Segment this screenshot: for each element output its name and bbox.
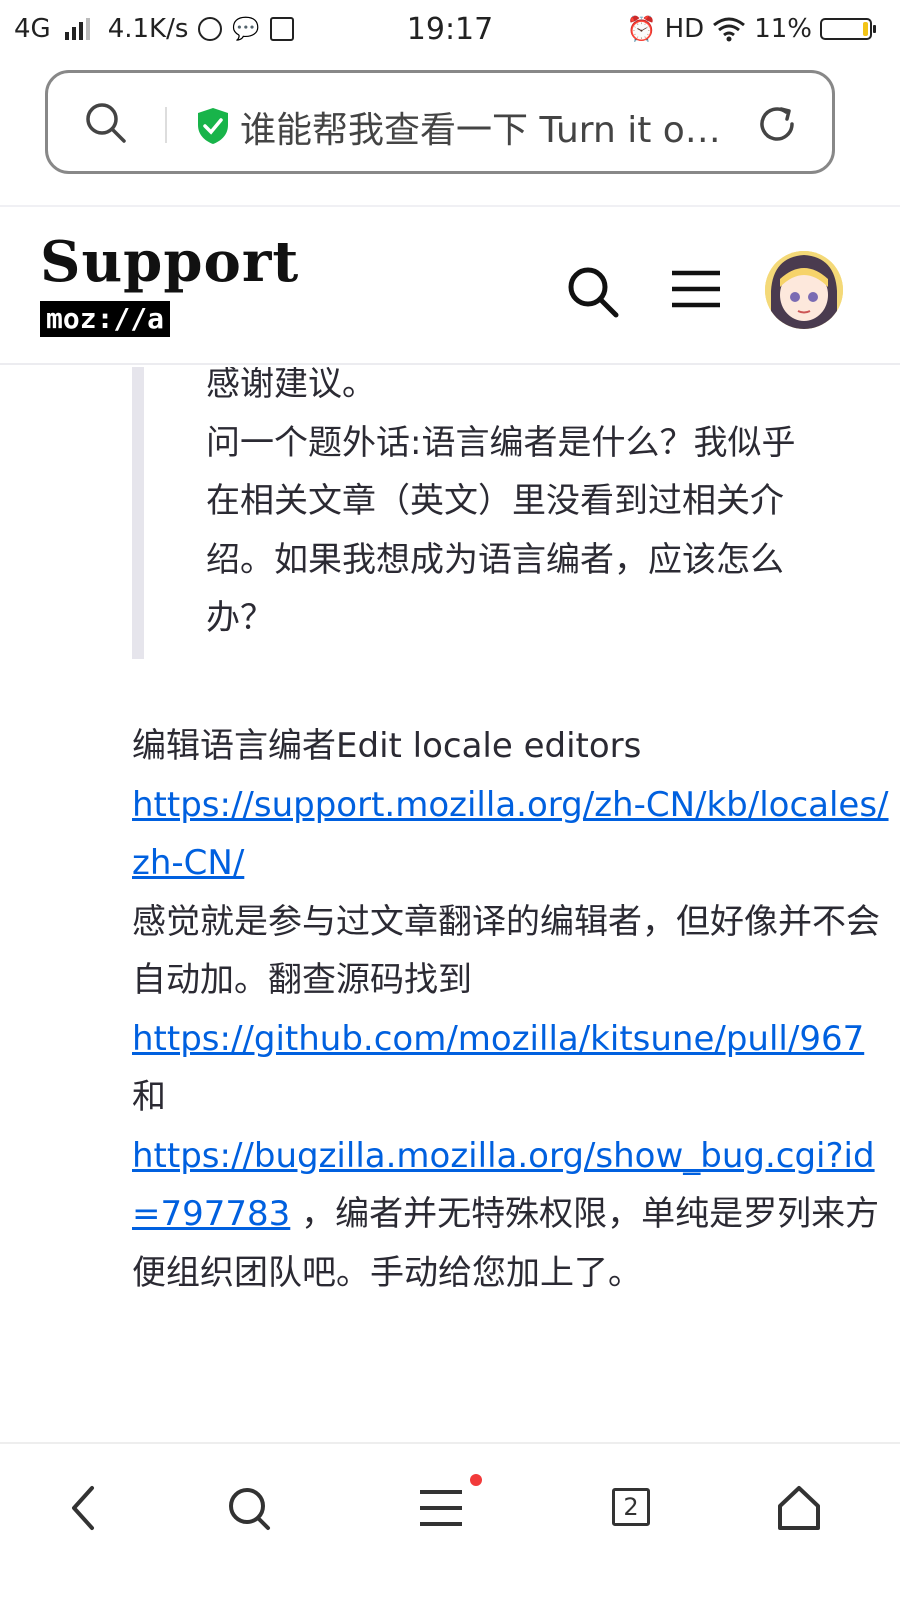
url-text[interactable]: 谁能帮我查看一下 Turn it o…	[240, 101, 740, 153]
address-bar[interactable]: 谁能帮我查看一下 Turn it o…	[45, 70, 835, 174]
quote-text: 感谢建议。问一个题外话:语言编者是什么？我似乎在相关文章（英文）里没看到过相关介…	[206, 367, 816, 648]
quote-body: 问一个题外话:语言编者是什么？我似乎在相关文章（英文）里没看到过相关介绍。如果我…	[206, 422, 796, 639]
battery-fill	[863, 22, 868, 36]
site-header: Support moz://a	[0, 205, 900, 365]
notification-dot	[470, 1474, 482, 1486]
github-pr-link[interactable]: https://github.com/mozilla/kitsune/pull/…	[132, 1019, 864, 1059]
reply-body: 编辑语言编者Edit locale editors https://suppor…	[132, 717, 892, 1302]
support-logo-word[interactable]: Support	[40, 229, 299, 295]
reply-and: 和	[132, 1077, 166, 1117]
reload-icon[interactable]	[756, 103, 798, 145]
menu-icon[interactable]	[416, 1480, 466, 1536]
alarm-icon: ⏰	[626, 15, 657, 43]
site-search-icon[interactable]	[566, 265, 620, 319]
home-icon[interactable]	[776, 1480, 822, 1536]
quoted-reply: 感谢建议。问一个题外话:语言编者是什么？我似乎在相关文章（英文）里没看到过相关介…	[132, 367, 824, 659]
user-avatar[interactable]	[765, 251, 843, 329]
status-bar: 4G 4.1K/s 💬 19:17 ⏰ HD 11%	[0, 0, 900, 62]
battery-percent: 11%	[754, 14, 812, 44]
reply-text-2: 感觉就是参与过文章翻译的编辑者，但好像并不会自动加。翻查源码找到	[132, 901, 880, 1001]
browser-toolbar: 2	[0, 1442, 900, 1602]
divider	[165, 107, 167, 143]
secure-shield-icon	[198, 108, 228, 144]
battery-icon	[820, 18, 876, 40]
avatar-image	[765, 251, 843, 329]
search-icon[interactable]	[226, 1480, 274, 1536]
back-icon[interactable]	[66, 1480, 102, 1536]
tabs-button[interactable]: 2	[612, 1488, 650, 1526]
search-icon[interactable]	[84, 101, 128, 145]
quote-partial-line: 感谢建议。	[206, 367, 376, 404]
wifi-icon	[713, 17, 746, 42]
reply-line-1: 编辑语言编者Edit locale editors	[132, 726, 642, 766]
mozilla-logo[interactable]: moz://a	[40, 301, 171, 337]
locales-link[interactable]: https://support.mozilla.org/zh-CN/kb/loc…	[132, 785, 889, 884]
hamburger-menu-icon[interactable]	[670, 269, 722, 309]
post-content: 感谢建议。问一个题外话:语言编者是什么？我似乎在相关文章（英文）里没看到过相关介…	[0, 367, 900, 1442]
hd-indicator: HD	[664, 14, 705, 44]
